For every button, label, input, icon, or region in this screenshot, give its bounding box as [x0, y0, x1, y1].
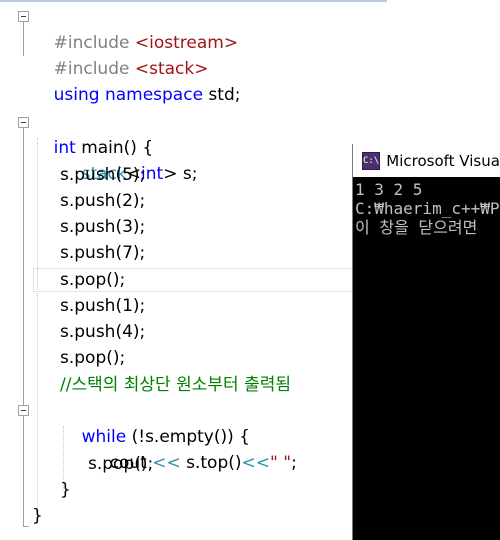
- code-line: }: [60, 480, 71, 500]
- fold-collapse-icon[interactable]: [18, 117, 29, 128]
- code-line: s.push(3);: [60, 217, 146, 237]
- code-line: s.push(1);: [60, 296, 146, 316]
- code-line: while (!s.empty()) {: [60, 398, 250, 447]
- code-line: s.push(2);: [60, 191, 146, 211]
- console-app-icon: C:\: [362, 151, 381, 170]
- console-output-line: 1 3 2 5: [355, 180, 423, 199]
- string-literal: " ": [270, 453, 292, 473]
- code-line: }: [32, 506, 43, 526]
- console-title: Microsoft Visual: [386, 151, 500, 170]
- code-line: s.pop();: [88, 454, 154, 474]
- operator: <<: [241, 453, 271, 473]
- keyword: using namespace: [53, 85, 204, 105]
- console-output: 1 3 2 5 C:₩haerim_c++₩P 이 창을 닫으려면: [353, 180, 500, 237]
- code-line: s.pop();: [60, 348, 126, 368]
- code-line: cout << s.top()<<" ";: [88, 424, 297, 473]
- editor-top-accent: [0, 0, 500, 3]
- console-window[interactable]: C:\ Microsoft Visual 1 3 2 5 C:₩haerim_c…: [352, 144, 500, 540]
- code-line: s.push(5);: [60, 165, 146, 185]
- code-line: int main() {: [32, 109, 154, 158]
- fold-guide-end: [23, 526, 29, 527]
- code-line: s.push(4);: [60, 322, 146, 342]
- fold-guide-line: [23, 22, 24, 56]
- indent-guide: [37, 138, 38, 516]
- code-line: s.push(7);: [60, 243, 146, 263]
- console-output-line: 이 창을 닫으려면: [355, 218, 478, 237]
- fold-collapse-icon[interactable]: [18, 11, 29, 22]
- console-titlebar[interactable]: C:\ Microsoft Visual: [353, 144, 500, 177]
- code-text: ;: [291, 453, 297, 473]
- code-line: using namespace std;: [32, 56, 241, 105]
- fold-collapse-icon[interactable]: [18, 405, 29, 416]
- code-text: > s;: [163, 164, 198, 184]
- console-output-line: C:₩haerim_c++₩P: [355, 199, 500, 218]
- code-line: stack<int> s;: [60, 135, 198, 184]
- operator: <<: [152, 453, 181, 473]
- code-comment: //스택의 최상단 원소부터 출력됨: [60, 375, 291, 395]
- code-text: std;: [203, 85, 241, 105]
- code-text: s.top(): [180, 453, 242, 473]
- code-line: #include <iostream>: [32, 4, 238, 53]
- code-line: #include <stack>: [32, 30, 209, 79]
- fold-guide-line: [23, 128, 24, 526]
- code-line: s.pop();: [60, 270, 126, 290]
